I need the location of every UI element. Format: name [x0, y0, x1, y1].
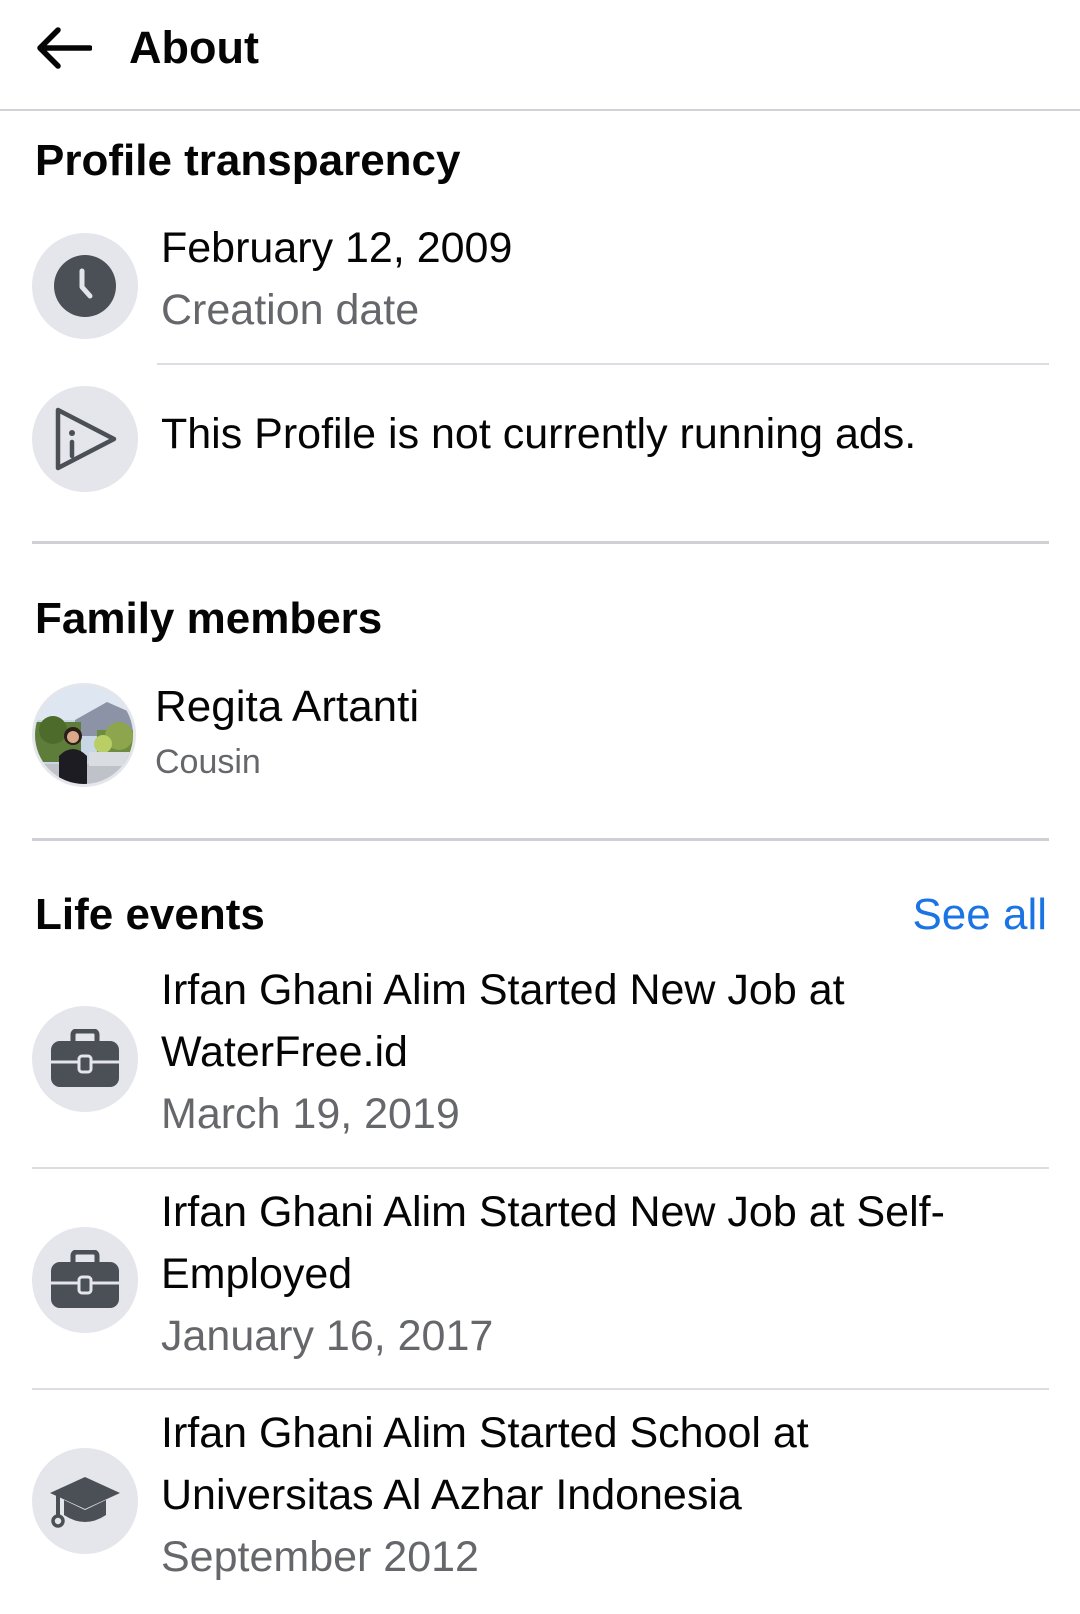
- life-event-line1: Irfan Ghani Alim Started New Job at: [161, 966, 845, 1014]
- family-member-relation: Cousin: [155, 743, 261, 781]
- life-event-date: March 19, 2019: [161, 1090, 460, 1138]
- life-event-line1: Irfan Ghani Alim Started School at: [161, 1409, 809, 1457]
- life-event-date: September 2012: [161, 1533, 479, 1581]
- life-event-icon-wrap: [32, 1227, 138, 1333]
- see-all-link[interactable]: See all: [912, 888, 1047, 942]
- creation-date-icon-wrap: [32, 233, 138, 339]
- section-title-life-events: Life events: [35, 890, 265, 939]
- ads-status-text: This Profile is not currently running ad…: [161, 410, 917, 458]
- divider: [32, 1167, 1049, 1169]
- life-event-line2: Employed: [161, 1250, 353, 1298]
- avatar-photo: [35, 686, 133, 784]
- life-event-line1: Irfan Ghani Alim Started New Job at Self…: [161, 1188, 945, 1236]
- section-title-profile-transparency: Profile transparency: [35, 136, 461, 185]
- briefcase-icon: [51, 1029, 119, 1087]
- section-divider: [32, 838, 1049, 841]
- arrow-left-icon: [37, 27, 92, 69]
- family-member-name[interactable]: Regita Artanti: [155, 676, 419, 738]
- life-event-line2: Universitas Al Azhar Indonesia: [161, 1471, 742, 1519]
- back-button[interactable]: [30, 22, 96, 74]
- top-bar: About: [0, 0, 1080, 111]
- avatar[interactable]: [32, 683, 136, 787]
- life-event-date: January 16, 2017: [161, 1312, 494, 1360]
- section-title-family-members: Family members: [35, 594, 383, 643]
- divider: [157, 363, 1049, 365]
- ads-play-icon: [55, 407, 117, 471]
- page-title: About: [129, 22, 259, 73]
- divider: [32, 1388, 1049, 1390]
- ads-icon-wrap: [32, 386, 138, 492]
- life-event-line2: WaterFree.id: [161, 1028, 408, 1076]
- graduation-cap-icon: [50, 1477, 120, 1528]
- creation-date-label: Creation date: [161, 286, 420, 334]
- briefcase-icon: [51, 1250, 119, 1308]
- creation-date-value: February 12, 2009: [161, 224, 513, 272]
- section-divider: [32, 541, 1049, 544]
- life-event-icon-wrap: [32, 1006, 138, 1112]
- clock-icon: [54, 255, 116, 317]
- life-event-icon-wrap: [32, 1448, 138, 1554]
